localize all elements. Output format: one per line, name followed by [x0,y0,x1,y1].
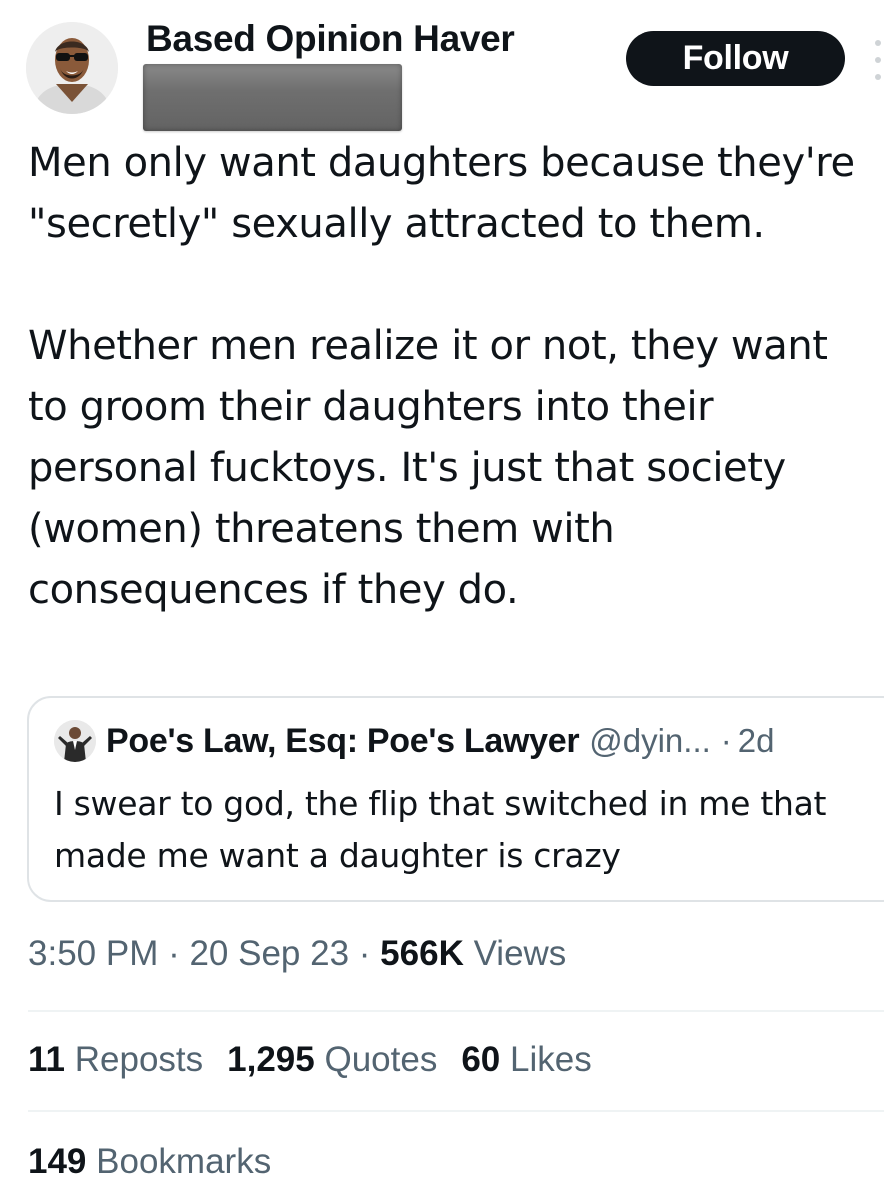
likes-stat[interactable]: 60 Likes [461,1040,591,1080]
reposts-count: 11 [28,1040,65,1079]
reposts-stat[interactable]: 11 Reposts [28,1040,203,1080]
reposts-label: Reposts [74,1040,204,1079]
tweet-date[interactable]: 20 Sep 23 [189,934,349,973]
more-options-dot [875,57,881,63]
tweet-meta: 3:50 PM · 20 Sep 23 · 566K Views [28,934,566,974]
views-label: Views [473,934,567,973]
bookmarks-count: 149 [28,1142,87,1181]
quoted-author-handle: @dyin... [589,722,711,759]
more-options-icon[interactable] [872,40,884,80]
divider [28,1010,884,1012]
tweet-paragraph: Whether men realize it or not, they want… [28,323,828,613]
divider [28,1110,884,1112]
quoted-tweet-text: I swear to god, the flip that switched i… [54,784,827,875]
tweet-time[interactable]: 3:50 PM [28,934,158,973]
quotes-count: 1,295 [227,1040,315,1079]
tweet-paragraph: Men only want daughters because they're … [28,140,855,247]
quotes-label: Quotes [324,1040,438,1079]
more-options-dot [875,74,881,80]
engagement-stats: 11 Reposts 1,295 Quotes 60 Likes [28,1040,592,1080]
follow-button[interactable]: Follow [626,31,845,86]
bookmarks-label: Bookmarks [96,1142,272,1181]
quotes-stat[interactable]: 1,295 Quotes [227,1040,437,1080]
more-options-dot [875,40,881,46]
likes-count: 60 [461,1040,501,1079]
meta-separator: · [158,934,190,973]
quoted-tweet-card[interactable]: Poe's Law, Esq: Poe's Lawyer @dyin... · … [27,696,884,902]
user-avatar-photo-icon [26,22,118,114]
quoted-tweet-age: 2d [737,722,775,759]
views-count: 566K [380,934,464,973]
author-avatar[interactable] [26,22,118,114]
quoted-author-avatar [54,720,96,762]
quoted-tweet-header: Poe's Law, Esq: Poe's Lawyer @dyin... · … [54,720,775,762]
meta-separator: · [349,934,381,973]
quoted-author-avatar-icon [54,720,96,762]
likes-label: Likes [510,1040,592,1079]
quoted-author-name: Poe's Law, Esq: Poe's Lawyer [106,721,580,760]
tweet-text: Men only want daughters because they're … [28,133,868,621]
redacted-handle [143,64,402,131]
quoted-separator: · [720,722,732,759]
author-display-name[interactable]: Based Opinion Haver [146,18,515,60]
bookmarks-stat[interactable]: 149 Bookmarks [28,1142,271,1182]
